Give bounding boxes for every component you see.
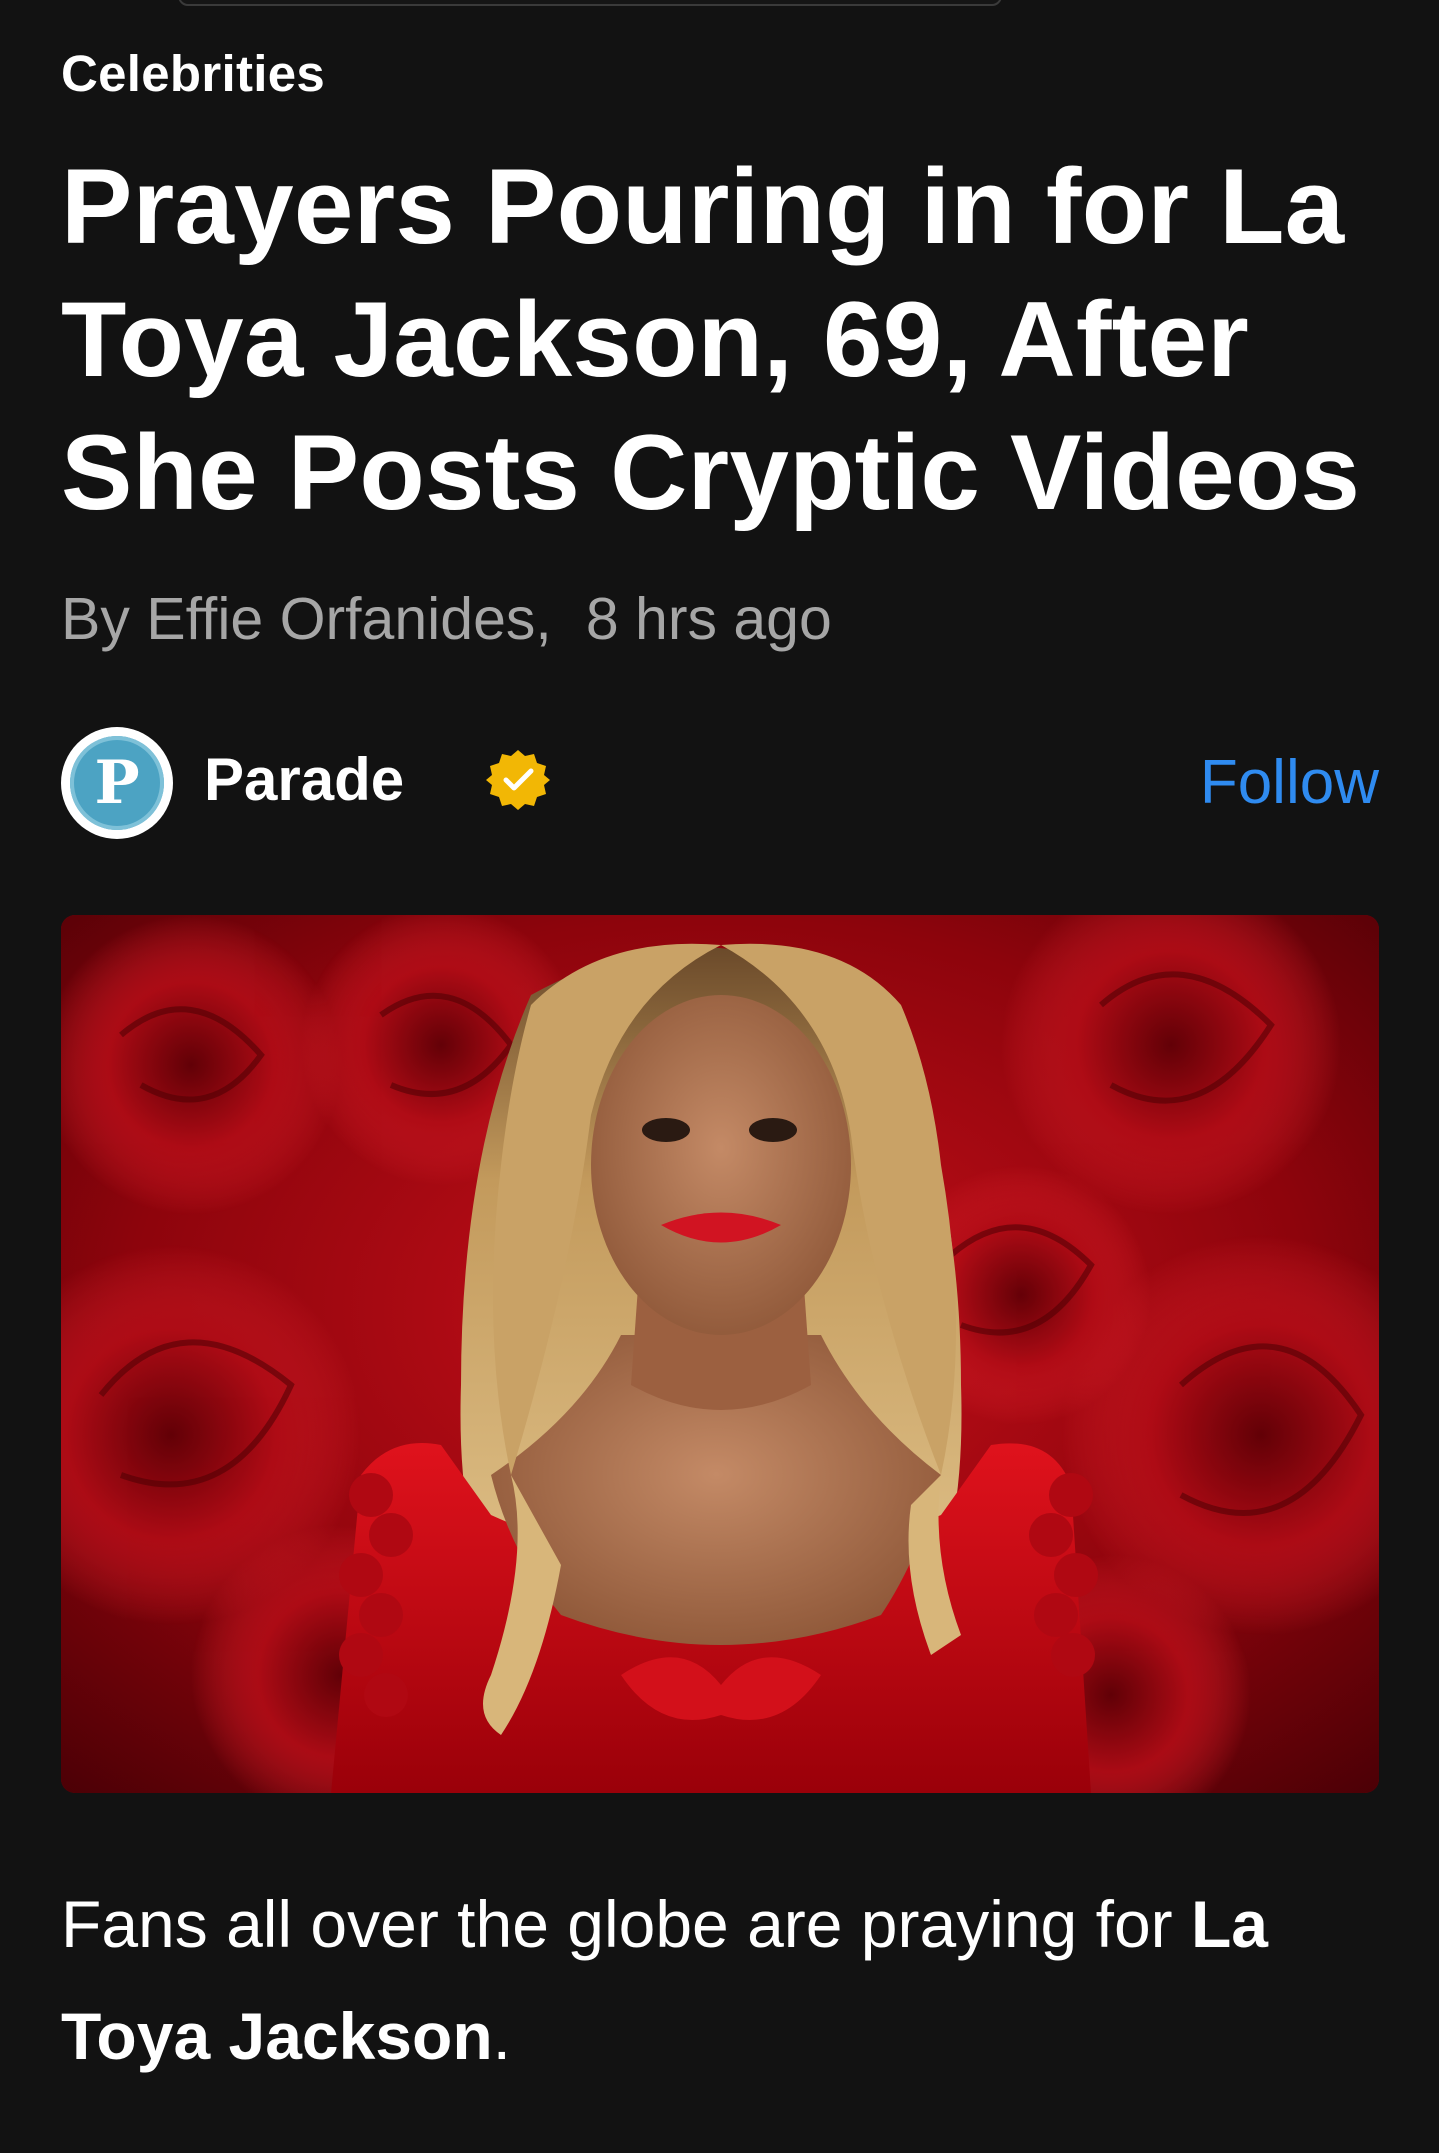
hero-photo-illustration: [61, 915, 1379, 1793]
article-headline: Prayers Pouring in for La Toya Jackson, …: [61, 146, 1361, 532]
article-lead-paragraph: Fans all over the globe are praying for …: [61, 1868, 1379, 2092]
category-label[interactable]: Celebrities: [61, 44, 325, 103]
publisher-logo-letter: P: [94, 748, 140, 818]
author-name: By Effie Orfanides,: [61, 586, 552, 652]
follow-button[interactable]: Follow: [1200, 747, 1379, 818]
top-bar-handle: [178, 0, 1002, 6]
timestamp: 8 hrs ago: [585, 586, 832, 652]
verified-badge-icon: [486, 750, 550, 810]
hero-image[interactable]: [61, 915, 1379, 1793]
lead-end: .: [492, 1999, 511, 2073]
byline: By Effie Orfanides, 8 hrs ago: [61, 585, 832, 653]
publisher-logo-circle: P: [70, 736, 164, 830]
publisher-logo[interactable]: P: [61, 727, 173, 839]
publisher-name[interactable]: Parade: [204, 745, 404, 814]
publisher-row: P Parade Follow: [61, 727, 1379, 841]
lead-text: Fans all over the globe are praying for: [61, 1887, 1191, 1961]
